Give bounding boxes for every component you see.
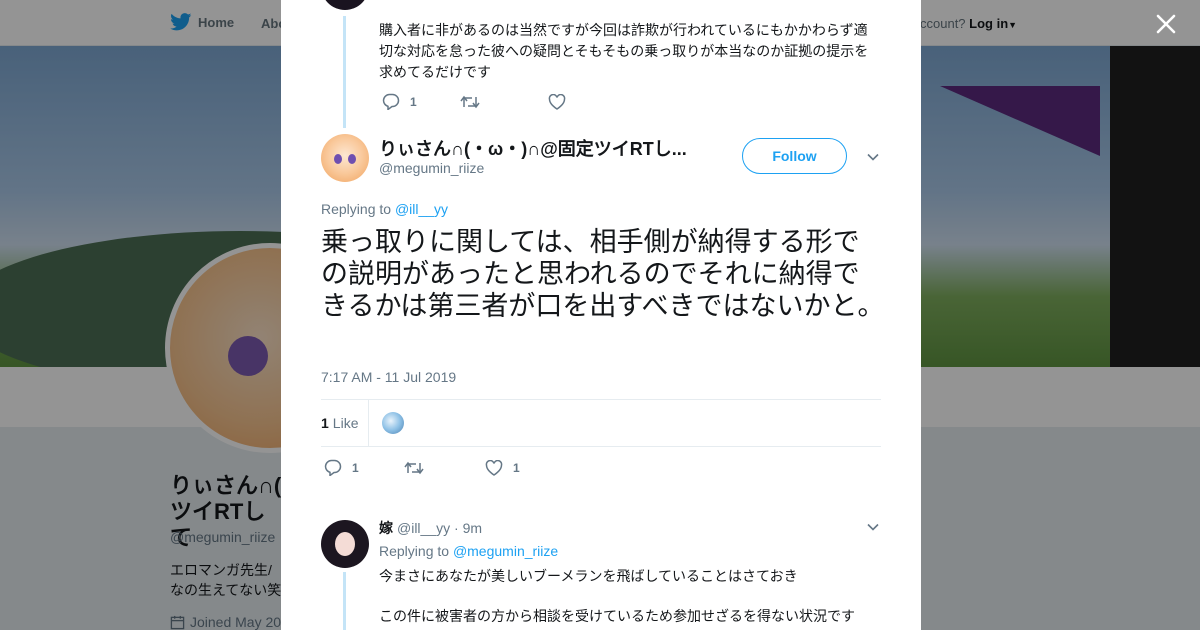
previous-tweet-avatar[interactable] — [321, 0, 369, 10]
heart-icon — [485, 459, 503, 476]
main-tweet-actions: 1 1 — [324, 459, 520, 476]
retweet-button[interactable] — [404, 460, 485, 476]
main-tweet-author-handle[interactable]: @megumin_riize — [379, 160, 484, 176]
like-count: 1 — [513, 460, 520, 475]
heart-icon — [548, 93, 566, 110]
follow-button[interactable]: Follow — [742, 138, 847, 174]
reply-button[interactable]: 1 — [324, 459, 404, 476]
replying-to-link[interactable]: @megumin_riize — [453, 543, 558, 559]
reply-tweet-text-line: この件に被害者の方から相談を受けているため参加せざるを得ない状況です — [379, 608, 855, 624]
reply-tweet-replying-to: Replying to @megumin_riize — [379, 543, 558, 559]
reply-tweet-text-line: 今まさにあなたが美しいブーメランを飛ばしていることはさておき — [379, 568, 798, 584]
close-icon[interactable] — [1152, 10, 1180, 38]
like-stat-count: 1 — [321, 415, 329, 431]
like-button[interactable]: 1 — [485, 459, 520, 476]
main-tweet-avatar[interactable] — [321, 134, 369, 182]
previous-tweet-actions: 1 — [382, 93, 576, 110]
reply-icon — [382, 93, 400, 110]
main-tweet-replying-to: Replying to @ill__yy — [321, 201, 448, 217]
reply-tweet-time[interactable]: · 9m — [454, 520, 482, 536]
avatar-face — [335, 532, 355, 556]
chevron-down-icon[interactable] — [866, 150, 880, 164]
main-tweet-text: 乗っ取りに関しては、相手側が納得する形での説明があったと思われるのでそれに納得で… — [321, 227, 885, 321]
reply-count: 1 — [352, 460, 359, 475]
like-button[interactable] — [548, 93, 576, 110]
reply-author-name[interactable]: 嫁 — [379, 520, 393, 536]
replying-prefix: Replying to — [321, 201, 392, 217]
chevron-down-icon[interactable] — [866, 520, 880, 534]
like-stat[interactable]: 1 Like — [321, 415, 358, 431]
reply-count: 1 — [410, 94, 417, 109]
replying-prefix: Replying to — [379, 543, 450, 559]
main-tweet-author-name[interactable]: りぃさん∩(・ω・)∩@固定ツイRTし... — [379, 135, 694, 161]
previous-tweet-text: 購入者に非があるのは当然ですが今回は詐欺が行われているにもかかわらず適切な対応を… — [379, 22, 869, 80]
avatar-eye — [348, 154, 356, 164]
retweet-icon — [404, 461, 424, 474]
like-stat-label: Like — [332, 415, 359, 431]
replying-to-link[interactable]: @ill__yy — [395, 201, 448, 217]
liker-avatar[interactable] — [382, 412, 404, 434]
main-tweet-timestamp[interactable]: 7:17 AM - 11 Jul 2019 — [321, 369, 456, 385]
tweet-permalink-modal: 購入者に非があるのは当然ですが今回は詐欺が行われているにもかかわらず適切な対応を… — [281, 0, 921, 630]
avatar-eye — [334, 154, 342, 164]
reply-icon — [324, 459, 342, 476]
retweet-button[interactable] — [460, 94, 548, 110]
reply-tweet-avatar[interactable] — [321, 520, 369, 568]
stats-divider — [368, 400, 369, 446]
thread-connector-line — [343, 572, 346, 630]
retweet-icon — [460, 95, 480, 108]
tweet-stats: 1 Like — [321, 399, 881, 447]
thread-connector-line — [343, 16, 346, 128]
reply-button[interactable]: 1 — [382, 93, 460, 110]
reply-tweet-header: 嫁 @ill__yy · 9m — [379, 518, 482, 538]
reply-author-handle[interactable]: @ill__yy — [397, 520, 450, 536]
